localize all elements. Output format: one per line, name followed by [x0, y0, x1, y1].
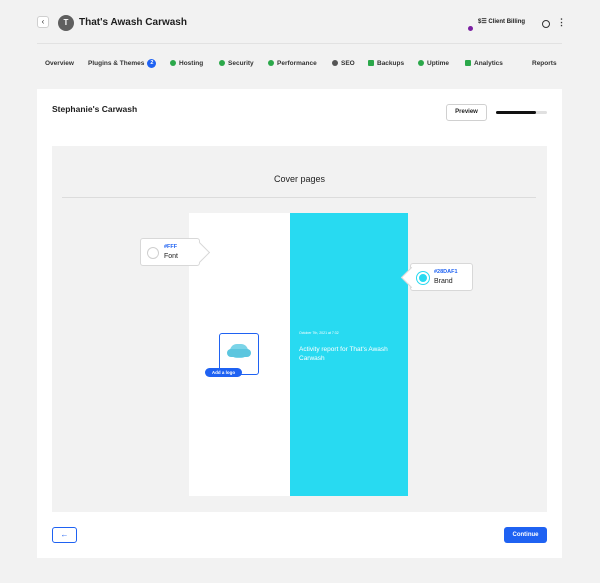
- brand-color-picker[interactable]: #28DAF1 Brand: [410, 263, 473, 291]
- brand-color-hex: #28DAF1: [434, 269, 458, 275]
- cover-brand-panel: October 7th, 2021 at 7:32 Activity repor…: [290, 213, 408, 496]
- tab-label: Hosting: [179, 59, 204, 67]
- continue-button[interactable]: Continue: [504, 527, 547, 543]
- tab-reports[interactable]: Reports: [532, 54, 557, 72]
- tab-label: Plugins & Themes: [88, 59, 145, 67]
- tab-label: SEO: [341, 59, 355, 67]
- top-header: ‹ T That's Awash Carwash $☰ Client Billi…: [37, 0, 566, 44]
- more-options-icon[interactable]: ⋮: [557, 17, 566, 27]
- tab-performance[interactable]: Performance: [268, 54, 317, 72]
- tab-label: Backups: [377, 59, 405, 67]
- tab-backups[interactable]: Backups: [368, 54, 404, 72]
- previous-step-button[interactable]: ←: [52, 527, 77, 543]
- report-card: Stephanie's Carwash Preview Cover pages …: [37, 89, 562, 558]
- backup-icon: [368, 60, 374, 66]
- divider: [62, 197, 536, 198]
- seo-icon: [332, 60, 338, 66]
- site-tabs: Overview Plugins & Themes 2 Hosting Secu…: [37, 54, 562, 74]
- tab-label: Performance: [277, 59, 317, 67]
- card-title: Stephanie's Carwash: [52, 104, 138, 114]
- client-billing-link[interactable]: $☰ Client Billing: [478, 18, 525, 25]
- wordpress-icon[interactable]: [542, 20, 550, 28]
- font-color-swatch: [147, 247, 159, 259]
- tab-security[interactable]: Security: [219, 54, 254, 72]
- uptime-icon: [418, 60, 424, 66]
- tab-hosting[interactable]: Hosting: [170, 54, 203, 72]
- cover-page-editor: Cover pages Add a logo October 7th, 2021…: [52, 146, 547, 512]
- add-logo-button[interactable]: Add a logo: [205, 368, 242, 377]
- logo-placeholder-base: [227, 349, 251, 357]
- step-progress-bar: [496, 111, 547, 114]
- tab-label: Reports: [532, 59, 557, 67]
- tab-label: Analytics: [474, 59, 503, 67]
- font-color-hex: #FFF: [164, 244, 178, 250]
- tab-plugins-themes[interactable]: Plugins & Themes 2: [88, 54, 157, 72]
- progress-fill: [496, 111, 536, 114]
- analytics-icon: [465, 60, 471, 66]
- tab-overview[interactable]: Overview: [45, 54, 74, 72]
- cloud-icon: [170, 60, 176, 66]
- tab-seo[interactable]: SEO: [332, 54, 355, 72]
- speed-icon: [268, 60, 274, 66]
- updates-badge: 2: [147, 58, 157, 68]
- shield-icon: [219, 60, 225, 66]
- tab-label: Overview: [45, 59, 74, 67]
- font-color-picker[interactable]: #FFF Font: [140, 238, 200, 266]
- font-color-label: Font: [164, 253, 179, 260]
- tab-uptime[interactable]: Uptime: [418, 54, 449, 72]
- billing-status-dot: [468, 26, 473, 31]
- tab-analytics[interactable]: Analytics: [465, 54, 503, 72]
- cover-report-title: Activity report for That's Awash Carwash: [299, 346, 388, 362]
- site-title: That's Awash Carwash: [79, 17, 187, 28]
- tab-label: Uptime: [427, 59, 450, 67]
- section-title: Cover pages: [273, 174, 326, 184]
- cover-preview: Add a logo October 7th, 2021 at 7:32 Act…: [189, 213, 408, 496]
- preview-button[interactable]: Preview: [446, 104, 487, 121]
- back-button[interactable]: ‹: [37, 16, 49, 28]
- brand-color-swatch: [417, 272, 429, 284]
- tab-label: Security: [228, 59, 254, 67]
- site-avatar: T: [58, 15, 74, 31]
- brand-color-label: Brand: [434, 278, 453, 285]
- cover-date: October 7th, 2021 at 7:32: [299, 331, 339, 335]
